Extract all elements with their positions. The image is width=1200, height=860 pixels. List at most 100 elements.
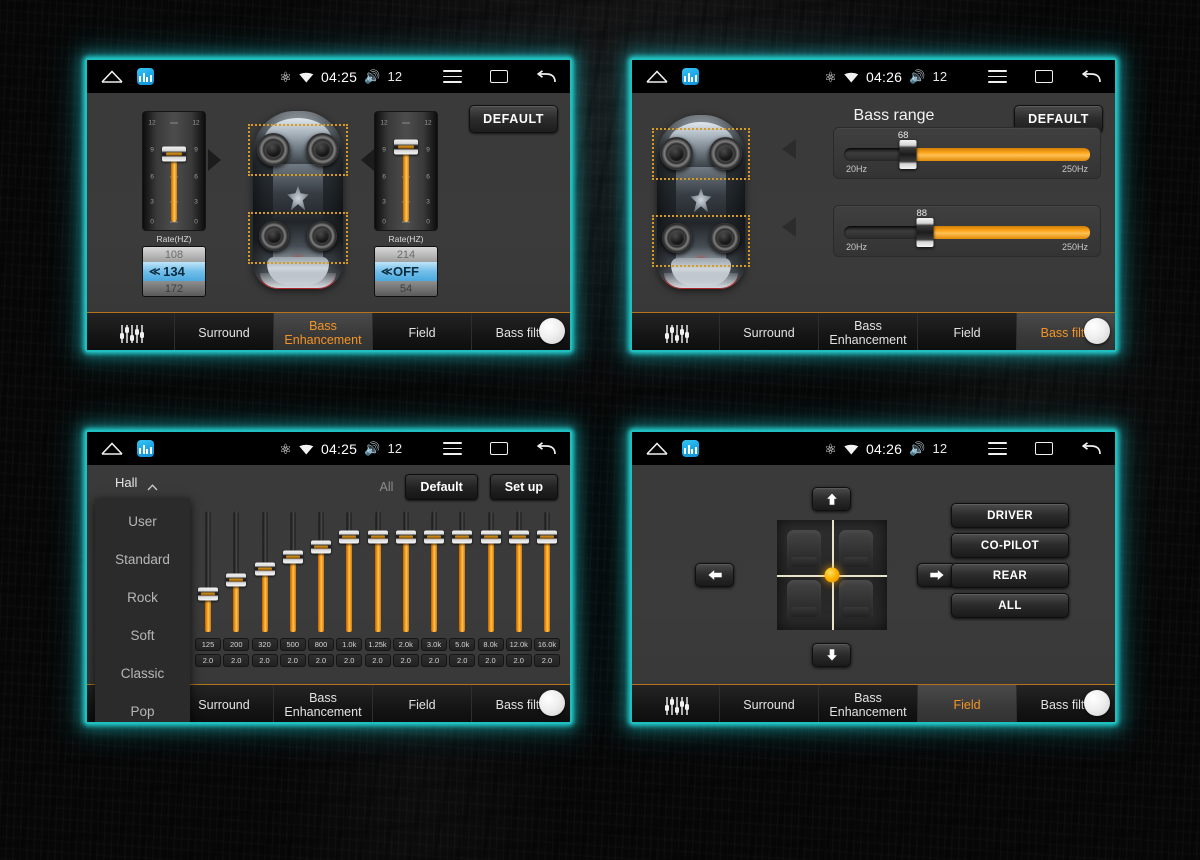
- field-driver-button[interactable]: DRIVER: [951, 503, 1069, 528]
- menu-icon[interactable]: [988, 442, 1007, 455]
- slider-thumb[interactable]: [198, 587, 218, 601]
- eq-band-slider[interactable]: [252, 509, 278, 634]
- tab-bass-enhancement[interactable]: Bass Enhancement: [819, 685, 918, 722]
- tab-equalizer[interactable]: [632, 685, 720, 722]
- speaker-rear-right-icon[interactable]: [307, 221, 337, 251]
- eq-band[interactable]: 200 2.0: [223, 509, 250, 680]
- eq-band-slider[interactable]: [506, 509, 532, 634]
- tab-equalizer[interactable]: [632, 313, 720, 350]
- spinner-next-value[interactable]: 172: [143, 281, 205, 296]
- tab-bass-enhancement[interactable]: Bass Enhancement: [819, 313, 918, 350]
- preset-option-standard[interactable]: Standard: [95, 540, 190, 578]
- speaker-front-left-icon[interactable]: [660, 137, 693, 170]
- tab-bass-enhancement[interactable]: Bass Enhancement: [274, 685, 373, 722]
- slider-thumb[interactable]: [899, 140, 917, 169]
- home-icon[interactable]: [101, 442, 123, 455]
- back-icon[interactable]: [1081, 69, 1101, 84]
- preset-option-classic[interactable]: Classic: [95, 654, 190, 692]
- slider-track[interactable]: 12 12 9 9 6 6 3 3 0 0: [374, 111, 438, 231]
- eq-band[interactable]: 3.0k 2.0: [421, 509, 447, 680]
- field-down-button[interactable]: [812, 643, 851, 667]
- rear-bass-range-slider[interactable]: 88 20Hz 250Hz: [833, 205, 1101, 257]
- speaker-rear-left-icon[interactable]: [662, 223, 692, 253]
- sound-field-position-dot[interactable]: [824, 567, 840, 583]
- volume-knob[interactable]: [1084, 690, 1110, 716]
- equalizer-app-icon[interactable]: [137, 440, 154, 457]
- tab-field[interactable]: Field: [918, 685, 1017, 722]
- menu-icon[interactable]: [443, 442, 462, 455]
- eq-band[interactable]: 125 2.0: [195, 509, 221, 680]
- equalizer-app-icon[interactable]: [682, 68, 699, 85]
- tab-field[interactable]: Field: [373, 313, 472, 350]
- setup-button[interactable]: Set up: [489, 474, 558, 500]
- right-bass-rate-slider[interactable]: 12 12 99 66 33 00 Rate(HZ) 214 ≪ OFF 54: [374, 111, 438, 297]
- slider-thumb[interactable]: [395, 530, 416, 543]
- preset-dropdown-trigger[interactable]: Hall: [115, 475, 158, 491]
- slider-thumb[interactable]: [424, 530, 444, 543]
- eq-band-slider[interactable]: [195, 509, 221, 634]
- slider-thumb[interactable]: [311, 540, 331, 553]
- speaker-front-right-icon[interactable]: [709, 137, 742, 170]
- field-copilot-button[interactable]: CO-PILOT: [951, 533, 1069, 558]
- home-icon[interactable]: [646, 442, 668, 455]
- slider-thumb[interactable]: [254, 562, 275, 576]
- recents-icon[interactable]: [490, 70, 508, 83]
- eq-band-slider[interactable]: [280, 509, 306, 634]
- preset-option-rock[interactable]: Rock: [95, 578, 190, 616]
- eq-band[interactable]: 1.0k 2.0: [336, 509, 363, 680]
- field-up-button[interactable]: [812, 487, 851, 511]
- slider-thumb[interactable]: [394, 139, 418, 155]
- slider-thumb[interactable]: [508, 530, 529, 543]
- tab-bass-enhancement[interactable]: Bass Enhancement: [274, 313, 373, 350]
- tab-surround[interactable]: Surround: [720, 313, 819, 350]
- eq-band-slider[interactable]: [393, 509, 419, 634]
- rate-value-spinner[interactable]: 214 ≪ OFF 54: [374, 246, 438, 297]
- eq-band[interactable]: 320 2.0: [251, 509, 278, 680]
- home-icon[interactable]: [101, 70, 123, 83]
- speaker-rear-left-icon[interactable]: [259, 221, 289, 251]
- eq-band-slider[interactable]: [421, 509, 447, 634]
- front-bass-range-slider[interactable]: 68 20Hz 250Hz: [833, 127, 1101, 179]
- eq-band-slider[interactable]: [223, 509, 249, 634]
- slider-thumb[interactable]: [162, 146, 186, 162]
- volume-knob[interactable]: [1084, 318, 1110, 344]
- eq-band[interactable]: 800 2.0: [308, 509, 334, 680]
- all-label[interactable]: All: [380, 480, 394, 494]
- eq-band[interactable]: 8.0k 2.0: [477, 509, 504, 680]
- speaker-rear-right-icon[interactable]: [710, 223, 740, 253]
- field-left-button[interactable]: [695, 563, 734, 587]
- slider-thumb[interactable]: [339, 530, 360, 543]
- tab-field[interactable]: Field: [918, 313, 1017, 350]
- back-icon[interactable]: [536, 69, 556, 84]
- volume-knob[interactable]: [539, 318, 565, 344]
- volume-knob[interactable]: [539, 690, 565, 716]
- back-icon[interactable]: [536, 441, 556, 456]
- slider-thumb[interactable]: [282, 550, 303, 563]
- field-rear-button[interactable]: REAR: [951, 563, 1069, 588]
- slider-thumb[interactable]: [367, 530, 388, 543]
- slider-thumb[interactable]: [226, 573, 247, 587]
- slider-thumb[interactable]: [480, 530, 501, 543]
- slider-thumb[interactable]: [537, 530, 557, 543]
- spinner-prev-value[interactable]: 108: [143, 247, 205, 262]
- eq-band[interactable]: 2.0k 2.0: [392, 509, 419, 680]
- spinner-next-value[interactable]: 54: [375, 281, 437, 296]
- recents-icon[interactable]: [490, 442, 508, 455]
- eq-band[interactable]: 16.0k 2.0: [534, 509, 560, 680]
- preset-option-pop[interactable]: Pop: [95, 692, 190, 722]
- spinner-selected-value[interactable]: ≪ 134: [143, 262, 205, 281]
- slider-track[interactable]: [844, 218, 1090, 247]
- menu-icon[interactable]: [443, 70, 462, 83]
- tab-surround[interactable]: Surround: [720, 685, 819, 722]
- eq-band-slider[interactable]: [478, 509, 504, 634]
- eq-band-slider[interactable]: [534, 509, 560, 634]
- left-bass-rate-slider[interactable]: 12 12 99 66 33 00 Rate(HZ) 108 ≪ 134 172: [142, 111, 206, 297]
- slider-track[interactable]: [844, 140, 1090, 169]
- equalizer-app-icon[interactable]: [137, 68, 154, 85]
- field-all-button[interactable]: ALL: [951, 593, 1069, 618]
- home-icon[interactable]: [646, 70, 668, 83]
- sound-field-pad[interactable]: [777, 520, 887, 630]
- tab-equalizer[interactable]: [87, 313, 175, 350]
- spinner-prev-value[interactable]: 214: [375, 247, 437, 262]
- tab-surround[interactable]: Surround: [175, 313, 274, 350]
